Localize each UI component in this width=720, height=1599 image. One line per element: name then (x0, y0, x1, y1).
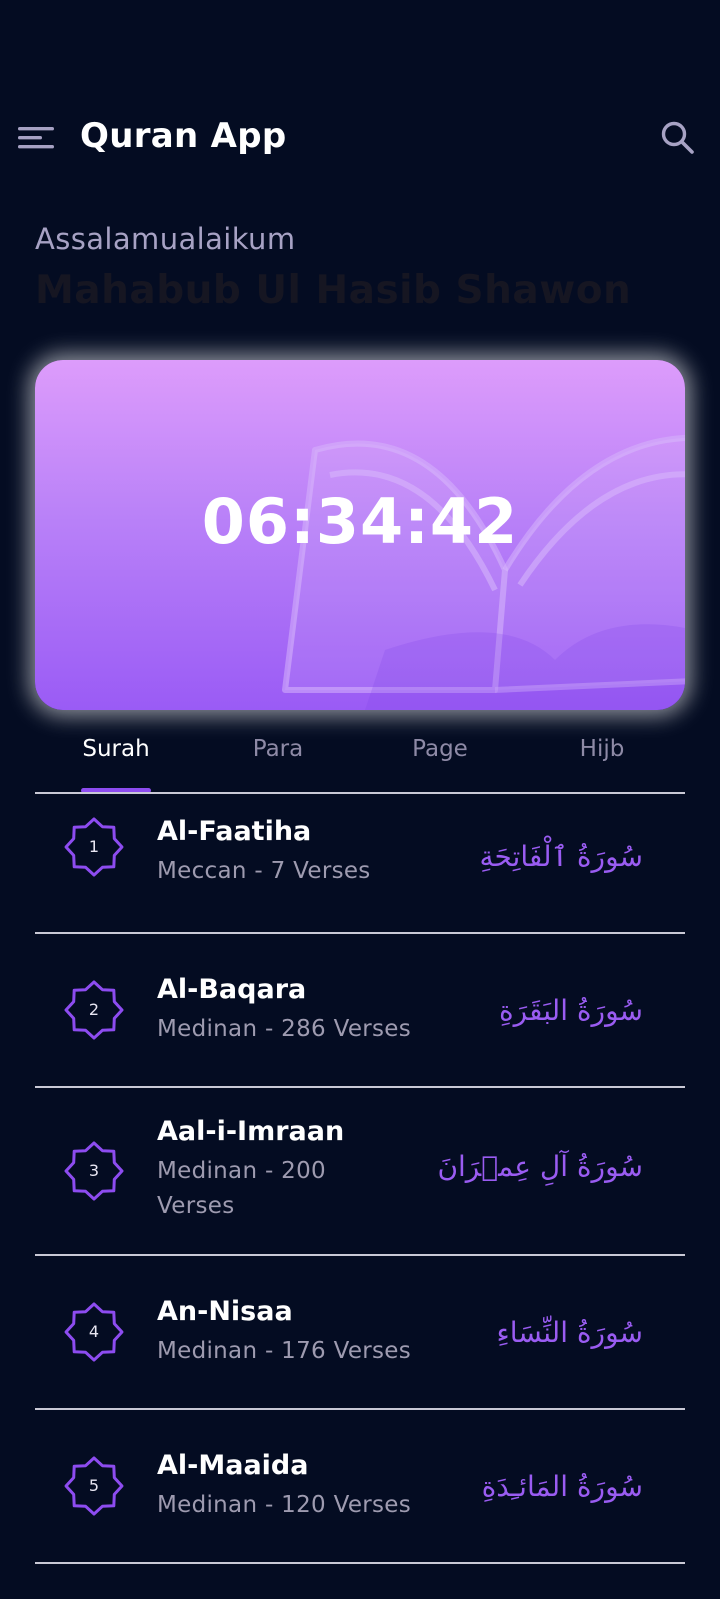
surah-number: 3 (88, 1161, 100, 1180)
search-icon[interactable] (659, 119, 697, 157)
tab-hijb[interactable]: Hijb (521, 736, 683, 762)
surah-list-item[interactable]: 3 Aal-i-Imraan Medinan - 200 Verses سُور… (35, 1088, 685, 1256)
surah-name: Al-Baqara (157, 974, 307, 1005)
app-title: Quran App (80, 116, 287, 156)
surah-meta: Medinan - 120 Verses (157, 1492, 412, 1518)
surah-number-star-icon: 3 (62, 1139, 126, 1203)
user-name: Mahabub Ul Hasib Shawon (35, 268, 632, 313)
surah-meta: Medinan - 200 Verses (157, 1158, 326, 1219)
surah-list-item[interactable]: 4 An-Nisaa Medinan - 176 Verses سُورَةُ … (35, 1256, 685, 1410)
surah-list-item[interactable]: 2 Al-Baqara Medinan - 286 Verses سُورَةُ… (35, 934, 685, 1088)
surah-arabic-name: سُورَةُ آلِ عِمۡرَانَ (437, 1150, 643, 1183)
timer-card[interactable]: 06:34:42 (35, 360, 685, 710)
surah-arabic-name: سُورَةُ المَائـِدَةِ (481, 1470, 643, 1503)
surah-number-star-icon: 2 (62, 978, 126, 1042)
surah-number-star-icon: 1 (62, 815, 126, 879)
tab-surah[interactable]: Surah (35, 736, 197, 762)
surah-arabic-name: سُورَةُ ٱلْفَاتِحَةِ (479, 840, 643, 873)
surah-number: 2 (88, 1000, 100, 1019)
surah-name: An-Nisaa (157, 1296, 293, 1327)
surah-list-item[interactable]: 1 Al-Faatiha Meccan - 7 Verses سُورَةُ ٱ… (35, 794, 685, 934)
surah-number-star-icon: 5 (62, 1454, 126, 1518)
hamburger-menu-icon[interactable] (18, 127, 54, 149)
surah-list-item[interactable]: 5 Al-Maaida Medinan - 120 Verses سُورَةُ… (35, 1410, 685, 1564)
surah-meta: Medinan - 176 Verses (157, 1338, 412, 1364)
surah-number: 5 (88, 1476, 100, 1495)
surah-name: Al-Maaida (157, 1450, 309, 1481)
tab-page[interactable]: Page (359, 736, 521, 762)
surah-arabic-name: سُورَةُ النِّسَاءِ (496, 1316, 643, 1349)
surah-number: 4 (88, 1322, 100, 1341)
countdown-timer: 06:34:42 (201, 485, 519, 558)
surah-number-star-icon: 4 (62, 1300, 126, 1364)
surah-meta: Medinan - 286 Verses (157, 1016, 412, 1042)
tab-bar: Surah Para Page Hijb (35, 730, 685, 794)
surah-list: 1 Al-Faatiha Meccan - 7 Verses سُورَةُ ٱ… (35, 794, 685, 1564)
surah-arabic-name: سُورَةُ البَقَرَةِ (498, 994, 643, 1027)
greeting-text: Assalamualaikum (35, 222, 296, 256)
surah-name: Aal-i-Imraan (157, 1116, 345, 1147)
app-header: Quran App (0, 108, 720, 168)
surah-number: 1 (88, 837, 100, 856)
surah-name: Al-Faatiha (157, 816, 312, 847)
tab-para[interactable]: Para (197, 736, 359, 762)
surah-meta: Meccan - 7 Verses (157, 858, 371, 884)
